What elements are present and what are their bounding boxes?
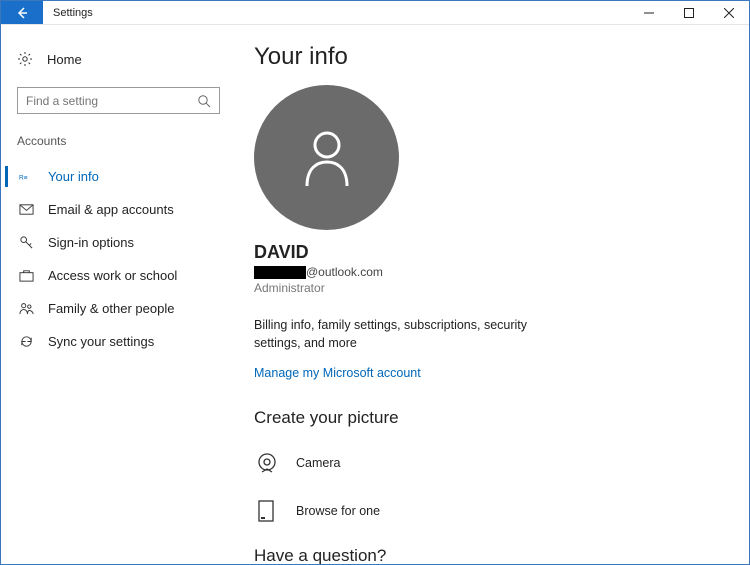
- browse-label: Browse for one: [296, 504, 380, 518]
- browse-button[interactable]: Browse for one: [254, 498, 719, 524]
- camera-button[interactable]: Camera: [254, 450, 719, 476]
- search-input[interactable]: [26, 94, 197, 108]
- sidebar-item-label: Family & other people: [48, 301, 174, 316]
- sidebar-item-label: Email & app accounts: [48, 202, 174, 217]
- svg-text:R≡: R≡: [19, 174, 28, 181]
- minimize-icon: [644, 8, 654, 18]
- picture-heading: Create your picture: [254, 408, 719, 428]
- mail-icon: [19, 202, 34, 217]
- titlebar: Settings: [1, 1, 749, 25]
- question-heading: Have a question?: [254, 546, 719, 564]
- sidebar-item-work[interactable]: Access work or school: [1, 259, 236, 292]
- user-role: Administrator: [254, 281, 719, 295]
- section-label: Accounts: [1, 134, 236, 160]
- back-button[interactable]: [1, 1, 43, 24]
- home-label: Home: [47, 52, 82, 67]
- key-icon: [19, 235, 34, 250]
- sync-icon: [19, 334, 34, 349]
- arrow-left-icon: [14, 5, 30, 21]
- sidebar-item-label: Sync your settings: [48, 334, 154, 349]
- sidebar-item-label: Your info: [48, 169, 99, 184]
- browse-icon: [254, 498, 280, 524]
- avatar: [254, 85, 399, 230]
- main-content[interactable]: Your info DAVID @outlook.com Administrat…: [236, 25, 749, 564]
- camera-icon: [254, 450, 280, 476]
- close-icon: [724, 8, 734, 18]
- people-icon: [19, 301, 34, 316]
- sidebar-item-label: Access work or school: [48, 268, 177, 283]
- camera-label: Camera: [296, 456, 340, 470]
- minimize-button[interactable]: [629, 1, 669, 24]
- email: @outlook.com: [254, 265, 719, 279]
- email-domain: @outlook.com: [306, 265, 383, 279]
- sidebar-item-sync[interactable]: Sync your settings: [1, 325, 236, 358]
- close-button[interactable]: [709, 1, 749, 24]
- briefcase-icon: [19, 268, 34, 283]
- page-title: Your info: [254, 43, 719, 71]
- account-description: Billing info, family settings, subscript…: [254, 317, 564, 352]
- gear-icon: [17, 51, 33, 67]
- sidebar-item-signin[interactable]: Sign-in options: [1, 226, 236, 259]
- window-title: Settings: [43, 1, 103, 24]
- identity-icon: R≡: [19, 169, 34, 184]
- manage-account-link[interactable]: Manage my Microsoft account: [254, 366, 421, 380]
- email-redacted: [254, 266, 306, 279]
- search-input-wrap[interactable]: [17, 87, 220, 114]
- sidebar-item-label: Sign-in options: [48, 235, 134, 250]
- search-icon: [197, 94, 211, 108]
- person-icon: [302, 128, 352, 188]
- username: DAVID: [254, 242, 719, 263]
- sidebar-item-your-info[interactable]: R≡ Your info: [1, 160, 236, 193]
- sidebar: Home Accounts R≡ Your info Email & app a…: [1, 25, 236, 564]
- sidebar-item-email[interactable]: Email & app accounts: [1, 193, 236, 226]
- maximize-icon: [684, 8, 694, 18]
- maximize-button[interactable]: [669, 1, 709, 24]
- sidebar-item-family[interactable]: Family & other people: [1, 292, 236, 325]
- home-button[interactable]: Home: [1, 45, 236, 73]
